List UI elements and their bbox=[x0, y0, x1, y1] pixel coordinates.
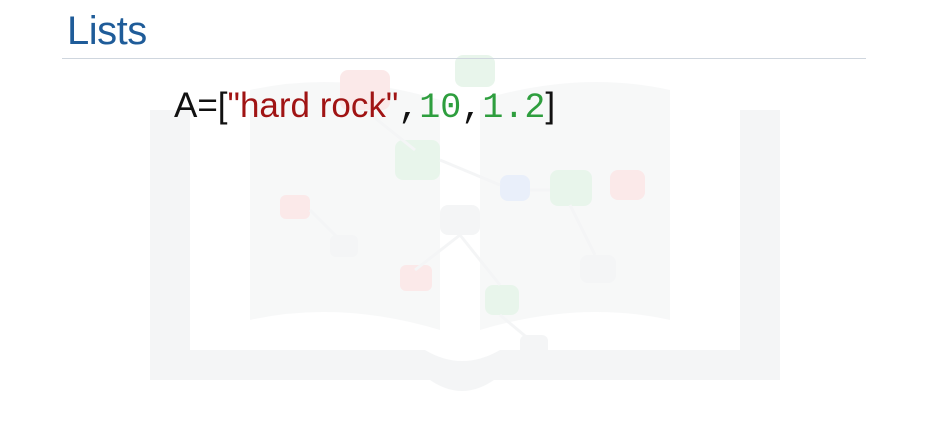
code-string-literal: "hard rock" bbox=[227, 86, 399, 125]
code-number-int: 10 bbox=[419, 88, 462, 128]
code-comma: , bbox=[398, 88, 420, 128]
book-watermark-icon bbox=[150, 55, 780, 391]
title-divider bbox=[62, 58, 866, 59]
slide-title: Lists bbox=[67, 9, 147, 53]
code-close-bracket: ] bbox=[545, 86, 556, 125]
code-var-assign: A=[ bbox=[174, 86, 228, 125]
code-comma: , bbox=[461, 88, 483, 128]
slide: Lists A=["hard rock",10,1.2] bbox=[0, 0, 927, 429]
code-example: A=["hard rock",10,1.2] bbox=[174, 88, 555, 126]
code-number-float: 1.2 bbox=[482, 88, 546, 128]
